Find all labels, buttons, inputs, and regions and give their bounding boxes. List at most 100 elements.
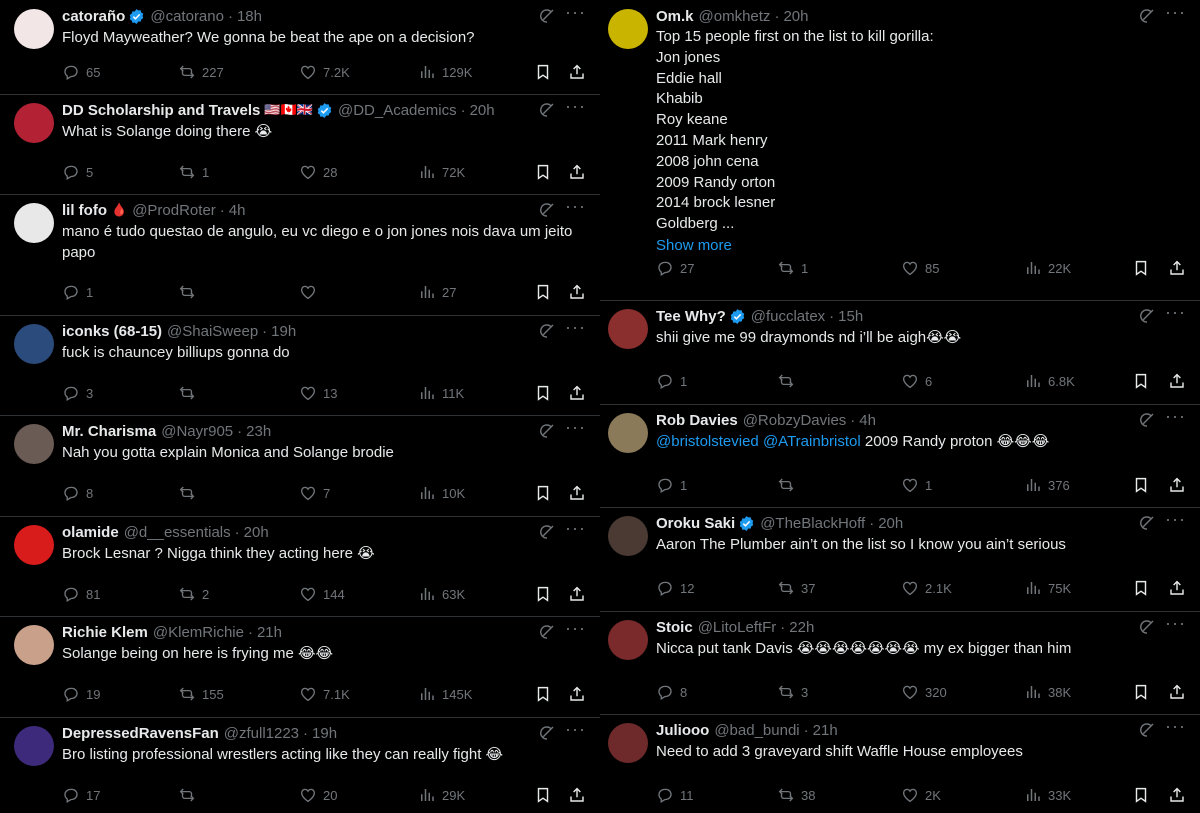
user-handle[interactable]: @catorano bbox=[150, 8, 224, 25]
timestamp[interactable]: 15h bbox=[838, 308, 863, 325]
user-handle[interactable]: @omkhetz bbox=[699, 8, 771, 25]
grok-icon[interactable] bbox=[538, 724, 556, 742]
timestamp[interactable]: 21h bbox=[257, 624, 282, 641]
bookmark-button[interactable] bbox=[1132, 785, 1150, 805]
retweet-button[interactable]: 2 bbox=[178, 584, 209, 604]
share-button[interactable] bbox=[1168, 371, 1186, 391]
timestamp[interactable]: 23h bbox=[246, 423, 271, 440]
display-name[interactable]: Richie Klem bbox=[62, 624, 148, 641]
reply-tweet[interactable]: DepressedRavensFan @zfull1223 · 19h ··· Bro l… bbox=[0, 717, 600, 813]
like-button[interactable]: 320 bbox=[901, 682, 947, 702]
reply-button[interactable]: 27 bbox=[656, 258, 694, 278]
reply-tweet[interactable]: Mr. Charisma @Nayr905 · 23h ··· Nah you gotta… bbox=[0, 415, 600, 517]
grok-icon[interactable] bbox=[538, 322, 556, 340]
user-handle[interactable]: @RobzyDavies bbox=[743, 412, 847, 429]
views-button[interactable]: 75K bbox=[1024, 578, 1071, 598]
more-icon[interactable]: ··· bbox=[565, 2, 586, 23]
reply-tweet[interactable]: Richie Klem @KlemRichie · 21h ··· Solange bei… bbox=[0, 616, 600, 718]
grok-icon[interactable] bbox=[538, 523, 556, 541]
grok-icon[interactable] bbox=[538, 101, 556, 119]
bookmark-button[interactable] bbox=[1132, 371, 1150, 391]
like-button[interactable] bbox=[299, 282, 323, 302]
grok-icon[interactable] bbox=[1138, 721, 1156, 739]
display-name[interactable]: DepressedRavensFan bbox=[62, 725, 219, 742]
display-name[interactable]: Rob Davies bbox=[656, 412, 738, 429]
share-button[interactable] bbox=[568, 483, 586, 503]
retweet-button[interactable] bbox=[178, 383, 202, 403]
more-icon[interactable]: ··· bbox=[1165, 716, 1186, 737]
display-name[interactable]: DD Scholarship and Travels bbox=[62, 102, 260, 119]
retweet-button[interactable] bbox=[178, 785, 202, 805]
views-button[interactable]: 145K bbox=[418, 684, 472, 704]
like-button[interactable]: 7.2K bbox=[299, 62, 350, 82]
reply-button[interactable]: 65 bbox=[62, 62, 100, 82]
retweet-button[interactable]: 38 bbox=[777, 785, 815, 805]
avatar[interactable] bbox=[608, 309, 648, 349]
display-name[interactable]: lil fofo bbox=[62, 202, 107, 219]
timestamp[interactable]: 4h bbox=[859, 412, 876, 429]
reply-button[interactable]: 19 bbox=[62, 684, 100, 704]
avatar[interactable] bbox=[14, 625, 54, 665]
retweet-button[interactable] bbox=[777, 371, 801, 391]
timestamp[interactable]: 20h bbox=[470, 102, 495, 119]
reply-button[interactable]: 11 bbox=[656, 785, 694, 805]
share-button[interactable] bbox=[1168, 578, 1186, 598]
like-button[interactable]: 2.1K bbox=[901, 578, 952, 598]
timestamp[interactable]: 20h bbox=[878, 515, 903, 532]
more-icon[interactable]: ··· bbox=[565, 317, 586, 338]
mention-link[interactable]: @ATrainbristol bbox=[763, 433, 861, 450]
retweet-button[interactable]: 3 bbox=[777, 682, 808, 702]
reply-button[interactable]: 8 bbox=[62, 483, 93, 503]
avatar[interactable] bbox=[14, 203, 54, 243]
avatar[interactable] bbox=[608, 723, 648, 763]
timestamp[interactable]: 20h bbox=[783, 8, 808, 25]
share-button[interactable] bbox=[568, 684, 586, 704]
reply-tweet[interactable]: lil fofo 🩸 @ProdRoter · 4h ··· mano é tudo que… bbox=[0, 194, 600, 316]
share-button[interactable] bbox=[1168, 785, 1186, 805]
bookmark-button[interactable] bbox=[534, 383, 552, 403]
views-button[interactable]: 129K bbox=[418, 62, 472, 82]
reply-button[interactable]: 1 bbox=[656, 371, 687, 391]
user-handle[interactable]: @ProdRoter bbox=[132, 202, 216, 219]
reply-button[interactable]: 17 bbox=[62, 785, 100, 805]
more-icon[interactable]: ··· bbox=[565, 518, 586, 539]
views-button[interactable]: 72K bbox=[418, 162, 465, 182]
like-button[interactable]: 85 bbox=[901, 258, 939, 278]
avatar[interactable] bbox=[14, 9, 54, 49]
bookmark-button[interactable] bbox=[534, 162, 552, 182]
bookmark-button[interactable] bbox=[534, 785, 552, 805]
views-button[interactable]: 22K bbox=[1024, 258, 1071, 278]
avatar[interactable] bbox=[14, 525, 54, 565]
bookmark-button[interactable] bbox=[1132, 578, 1150, 598]
user-handle[interactable]: @ShaiSweep bbox=[167, 323, 258, 340]
show-more-link[interactable]: Show more bbox=[656, 237, 732, 254]
display-name[interactable]: Juliooo bbox=[656, 722, 709, 739]
share-button[interactable] bbox=[568, 383, 586, 403]
reply-tweet[interactable]: Om.k @omkhetz · 20h ··· Top 15 people first o… bbox=[600, 0, 1200, 301]
bookmark-button[interactable] bbox=[1132, 258, 1150, 278]
user-handle[interactable]: @d__essentials bbox=[124, 524, 231, 541]
share-button[interactable] bbox=[568, 785, 586, 805]
display-name[interactable]: catoraño bbox=[62, 8, 125, 25]
user-handle[interactable]: @DD_Academics bbox=[338, 102, 457, 119]
timestamp[interactable]: 19h bbox=[271, 323, 296, 340]
reply-button[interactable]: 3 bbox=[62, 383, 93, 403]
display-name[interactable]: Tee Why? bbox=[656, 308, 726, 325]
timestamp[interactable]: 22h bbox=[789, 619, 814, 636]
more-icon[interactable]: ··· bbox=[565, 417, 586, 438]
mention-link[interactable]: @bristolstevied bbox=[656, 433, 759, 450]
like-button[interactable]: 2K bbox=[901, 785, 941, 805]
avatar[interactable] bbox=[608, 620, 648, 660]
avatar[interactable] bbox=[608, 9, 648, 49]
retweet-button[interactable]: 37 bbox=[777, 578, 815, 598]
retweet-button[interactable] bbox=[178, 282, 202, 302]
more-icon[interactable]: ··· bbox=[1165, 406, 1186, 427]
display-name[interactable]: Stoic bbox=[656, 619, 693, 636]
reply-tweet[interactable]: Juliooo @bad_bundi · 21h ··· Need to add 3 gr… bbox=[600, 714, 1200, 813]
views-button[interactable]: 27 bbox=[418, 282, 456, 302]
bookmark-button[interactable] bbox=[534, 282, 552, 302]
retweet-button[interactable]: 1 bbox=[777, 258, 808, 278]
grok-icon[interactable] bbox=[1138, 514, 1156, 532]
views-button[interactable]: 63K bbox=[418, 584, 465, 604]
display-name[interactable]: Mr. Charisma bbox=[62, 423, 156, 440]
